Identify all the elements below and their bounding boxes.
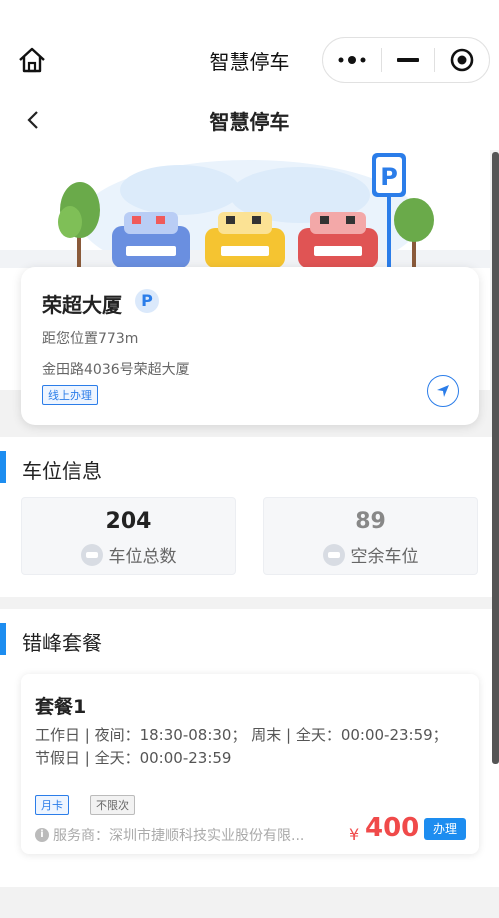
navigate-button[interactable] (427, 375, 459, 407)
free-spaces-value: 89 (355, 509, 386, 534)
scrollbar[interactable] (492, 152, 499, 764)
package-card[interactable]: 套餐1 工作日 | 夜间：18:30-08:30； 周末 | 全天：00:00-… (21, 674, 479, 854)
mini-program-capsule (322, 37, 490, 83)
close-button[interactable] (435, 38, 489, 82)
free-spaces-label: 空余车位 (350, 547, 419, 567)
offpeak-title: 错峰套餐 (22, 631, 102, 655)
unlimited-tag: 不限次 (90, 795, 135, 815)
month-card-tag: 月卡 (35, 795, 69, 815)
parking-p-icon: P (135, 289, 159, 313)
more-menu-button[interactable] (323, 38, 381, 82)
space-info-title: 车位信息 (22, 459, 102, 483)
close-target-icon (450, 48, 474, 72)
parking-address: 金田路4036号荣超大厦 (42, 362, 190, 378)
car-icon (322, 543, 345, 566)
minimize-icon (397, 58, 419, 62)
provider: i 服务商：深圳市捷顺科技实业股份有限... (35, 825, 304, 845)
info-icon: i (35, 828, 49, 842)
more-dots-icon (338, 56, 366, 64)
space-info-section: 车位信息 204 车位总数 89 空余车位 (0, 437, 499, 597)
section-marker (0, 451, 6, 483)
parking-name: 荣超大厦 (42, 293, 122, 317)
package-name: 套餐1 (35, 696, 87, 718)
free-spaces-stat: 89 空余车位 (263, 497, 478, 575)
parking-info-card[interactable]: 荣超大厦 P 距您位置773m 金田路4036号荣超大厦 线上办理 (21, 267, 479, 425)
currency-symbol: ¥ (349, 825, 360, 844)
navigate-arrow-icon (437, 385, 449, 397)
package-schedule: 工作日 | 夜间：18:30-08:30； 周末 | 全天：00:00-23:5… (35, 726, 448, 767)
apply-button[interactable]: 办理 (424, 818, 466, 840)
total-spaces-value: 204 (105, 509, 152, 534)
content[interactable]: P 荣超大厦 P 距您位置773m 金田路4036号荣超大厦 线上办理 车位信息… (0, 150, 499, 918)
offpeak-section: 错峰套餐 套餐1 工作日 | 夜间：18:30-08:30； 周末 | 全天：0… (0, 609, 499, 887)
total-spaces-label: 车位总数 (108, 547, 177, 567)
app-header: 智慧停车 智慧停车 (0, 0, 499, 150)
page-title: 智慧停车 (209, 110, 290, 134)
car-icon (80, 543, 103, 566)
online-tag: 线上办理 (42, 385, 98, 405)
package-price: 400 (365, 813, 420, 843)
section-marker (0, 623, 6, 655)
svg-text:P: P (380, 163, 398, 191)
total-spaces-stat: 204 车位总数 (21, 497, 236, 575)
minimize-button[interactable] (382, 38, 434, 82)
parking-distance: 距您位置773m (42, 331, 139, 347)
provider-text: 服务商：深圳市捷顺科技实业股份有限... (53, 828, 305, 844)
nav-bar: 智慧停车 (0, 100, 499, 140)
